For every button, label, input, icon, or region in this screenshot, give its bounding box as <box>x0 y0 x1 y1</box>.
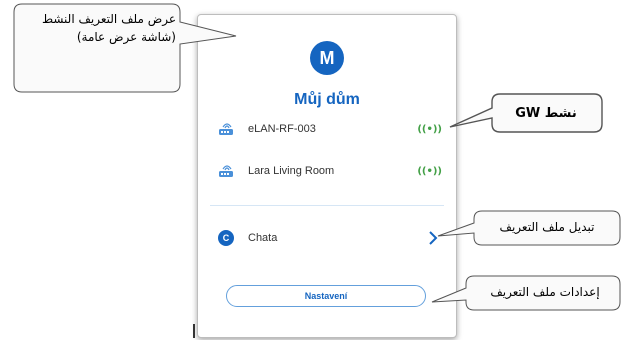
gateway-name: Lara Living Room <box>248 165 335 177</box>
switch-profile-row[interactable]: C Chata <box>218 228 438 248</box>
chevron-right-icon[interactable] <box>428 231 438 245</box>
callout-profile-settings: إعدادات ملف التعريف <box>490 285 600 299</box>
profile-badge: C <box>218 230 234 246</box>
callout-switch-profile: تبديل ملف التعريف <box>499 220 595 234</box>
signal-active-icon: ((•)) <box>417 165 442 177</box>
router-icon <box>219 165 233 177</box>
signal-active-icon: ((•)) <box>417 123 442 135</box>
other-profile-name: Chata <box>248 232 278 244</box>
gateway-row[interactable]: Lara Living Room ((•)) <box>218 161 442 181</box>
cursor-mark <box>193 324 195 338</box>
callout-active-profile: عرض ملف التعريف النشط (شاشة عرض عامة) <box>41 12 176 44</box>
divider <box>210 205 444 206</box>
gateway-name: eLAN-RF-003 <box>248 123 316 135</box>
callout-gw-arabic: نشط <box>544 106 577 121</box>
avatar-letter: M <box>319 47 335 68</box>
callout-gw-latin: GW <box>515 106 541 121</box>
callout-gw-active: GW نشط <box>498 106 594 121</box>
profile-panel: M Můj dům eLAN-RF-003 ((•)) Lara Living … <box>197 14 457 338</box>
router-icon <box>219 123 233 135</box>
settings-button[interactable]: Nastavení <box>226 285 426 307</box>
gateway-row[interactable]: eLAN-RF-003 ((•)) <box>218 119 442 139</box>
profile-avatar[interactable]: M <box>310 41 344 75</box>
profile-badge-letter: C <box>222 233 230 243</box>
active-profile-name: Můj dům <box>294 91 360 108</box>
